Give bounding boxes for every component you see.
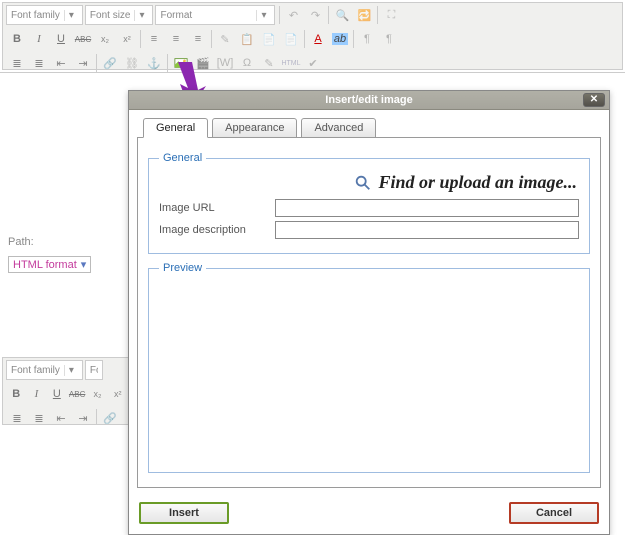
align-center-icon[interactable]: ≡ [166,29,186,49]
magnifier-icon [354,174,372,192]
font-size-label: Font size [90,10,131,21]
cleanup-icon[interactable]: ✎ [215,29,235,49]
editor-toolbar-1: Font family▾ Font size▾ Format▾ ↶ ↷ 🔍 🔁 … [2,2,623,70]
underline-icon[interactable]: U [51,29,71,49]
find-icon[interactable]: 🔍 [332,5,352,25]
preview-legend: Preview [159,262,206,274]
fullscreen-icon[interactable]: ⛶ [381,5,401,25]
html-format-select[interactable]: HTML format ▾ [8,256,91,273]
subscript-icon[interactable]: x₂ [95,29,115,49]
media-icon[interactable]: 🎬 [193,53,213,73]
outdent-icon[interactable]: ⇤ [51,53,71,73]
underline-icon-2[interactable]: U [48,384,66,404]
highlight-icon[interactable]: ab [330,29,350,49]
unlink-icon[interactable]: ⛓ [122,53,142,73]
bullet-list-icon[interactable]: ≣ [7,53,27,73]
tab-appearance[interactable]: Appearance [212,118,297,138]
superscript-icon[interactable]: x² [117,29,137,49]
tab-general[interactable]: General [143,118,208,138]
insert-image-icon[interactable] [171,53,191,73]
number-list-icon-2[interactable]: ≣ [29,408,49,425]
strikethrough-icon[interactable]: ABC [73,29,93,49]
italic-icon-2[interactable]: I [27,384,45,404]
ltr-icon[interactable]: ¶ [357,29,377,49]
font-family-label: Font family [11,10,60,21]
undo-icon[interactable]: ↶ [283,5,303,25]
find-upload-label: Find or upload an image... [378,172,577,193]
font-family-select[interactable]: Font family▾ [6,5,83,25]
dialog-titlebar[interactable]: Insert/edit image ✕ [129,91,609,110]
cancel-button[interactable]: Cancel [509,502,599,524]
number-list-icon[interactable]: ≣ [29,53,49,73]
general-legend: General [159,152,206,164]
superscript-icon-2[interactable]: x² [109,384,127,404]
link-icon[interactable]: 🔗 [100,53,120,73]
italic-icon[interactable]: I [29,29,49,49]
paste-text-icon[interactable]: 📋 [237,29,257,49]
nonbreaking-icon[interactable]: ✎ [259,53,279,73]
format-label: Format [160,10,192,21]
align-right-icon[interactable]: ≡ [188,29,208,49]
format-select[interactable]: Format▾ [155,5,275,25]
paste-plain-icon[interactable]: 📄 [281,29,301,49]
dialog-tabs: General Appearance Advanced [137,118,601,138]
html-source-icon[interactable]: HTML [281,53,301,73]
indent-icon-2[interactable]: ⇥ [73,408,93,425]
wiki-icon[interactable]: [W] [215,53,235,73]
tab-advanced[interactable]: Advanced [301,118,376,138]
dialog-title-text: Insert/edit image [325,94,412,106]
path-label: Path: [8,236,34,248]
indent-icon[interactable]: ⇥ [73,53,93,73]
fieldset-general: General Find or upload an image... Image… [148,152,590,254]
bullet-list-icon-2[interactable]: ≣ [7,408,27,425]
link-icon-2[interactable]: 🔗 [100,408,120,425]
image-url-label: Image URL [159,202,275,214]
preview-box [159,282,579,462]
bold-icon-2[interactable]: B [7,384,25,404]
insert-button[interactable]: Insert [139,502,229,524]
align-left-icon[interactable]: ≡ [144,29,164,49]
fieldset-preview: Preview [148,262,590,473]
text-color-icon[interactable]: A [308,29,328,49]
image-description-input[interactable] [275,221,579,239]
image-description-label: Image description [159,224,275,236]
find-upload-link[interactable]: Find or upload an image... [159,172,579,193]
close-icon[interactable]: ✕ [583,93,605,107]
spellcheck-icon[interactable]: ✔ [303,53,323,73]
editor-toolbar-2: Font family▾ Fo B I U ABC x₂ x² ≣ ≣ ⇤ ⇥ … [2,357,132,425]
rtl-icon[interactable]: ¶ [379,29,399,49]
strike-icon-2[interactable]: ABC [68,384,86,404]
image-url-input[interactable] [275,199,579,217]
paste-word-icon[interactable]: 📄 [259,29,279,49]
tab-pane-general: General Find or upload an image... Image… [137,137,601,488]
font-size-select[interactable]: Font size▾ [85,5,154,25]
replace-icon[interactable]: 🔁 [354,5,374,25]
anchor-icon[interactable]: ⚓ [144,53,164,73]
redo-icon[interactable]: ↷ [305,5,325,25]
bold-icon[interactable]: B [7,29,27,49]
subscript-icon-2[interactable]: x₂ [88,384,106,404]
omega-icon[interactable]: Ω [237,53,257,73]
insert-image-dialog: Insert/edit image ✕ General Appearance A… [128,90,610,535]
font-size-select-2[interactable]: Fo [85,360,103,380]
font-family-select-2[interactable]: Font family▾ [6,360,83,380]
outdent-icon-2[interactable]: ⇤ [51,408,71,425]
html-format-label: HTML format [13,259,77,271]
